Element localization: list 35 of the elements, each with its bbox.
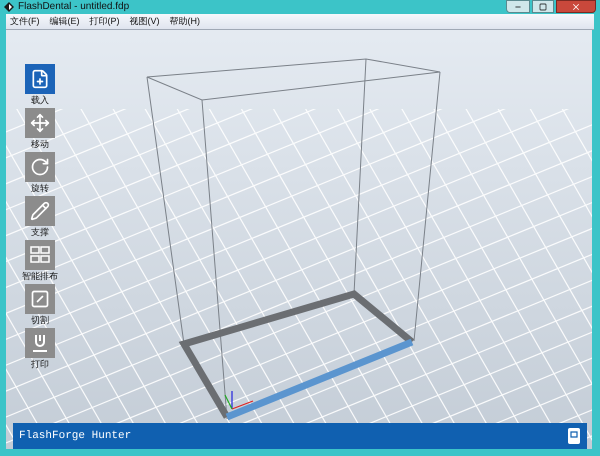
printer-name: FlashForge Hunter bbox=[19, 428, 132, 444]
tool-label: 智能排布 bbox=[22, 270, 58, 283]
menu-item[interactable]: 帮助(H) bbox=[170, 14, 200, 28]
rotate-icon bbox=[30, 157, 50, 177]
tool-button[interactable] bbox=[25, 284, 55, 314]
tool-button[interactable] bbox=[25, 152, 55, 182]
menu-item[interactable]: 打印(P) bbox=[90, 14, 120, 28]
pencil-icon bbox=[30, 201, 50, 221]
device-icon[interactable] bbox=[567, 427, 581, 445]
print-icon bbox=[30, 333, 50, 353]
tool-label: 旋转 bbox=[31, 182, 49, 195]
close-button[interactable] bbox=[556, 0, 596, 13]
tool-label: 载入 bbox=[31, 94, 49, 107]
tool-label: 切割 bbox=[31, 314, 49, 327]
window-title: FlashDental - untitled.fdp bbox=[18, 2, 130, 12]
menu-item[interactable]: 视图(V) bbox=[130, 14, 160, 28]
diamond-logo-icon bbox=[4, 2, 14, 12]
tool-label: 移动 bbox=[31, 138, 49, 151]
slash-square-icon bbox=[30, 289, 50, 309]
grid-icon bbox=[30, 245, 50, 265]
tool-label: 支撑 bbox=[31, 226, 49, 239]
tool-label: 打印 bbox=[31, 358, 49, 371]
menu-item[interactable]: 文件(F) bbox=[10, 14, 40, 28]
menu-item[interactable]: 编辑(E) bbox=[50, 14, 80, 28]
file-plus-icon bbox=[30, 69, 50, 89]
axes-icon bbox=[224, 391, 254, 410]
tool-button[interactable] bbox=[25, 240, 55, 270]
tool-button[interactable] bbox=[25, 328, 55, 358]
close-icon bbox=[571, 2, 581, 12]
maximize-button[interactable] bbox=[532, 0, 554, 13]
tool-button[interactable] bbox=[25, 196, 55, 226]
move-icon bbox=[30, 113, 50, 133]
maximize-icon bbox=[539, 2, 547, 10]
tool-button[interactable] bbox=[25, 64, 55, 94]
tool-button[interactable] bbox=[25, 108, 55, 138]
